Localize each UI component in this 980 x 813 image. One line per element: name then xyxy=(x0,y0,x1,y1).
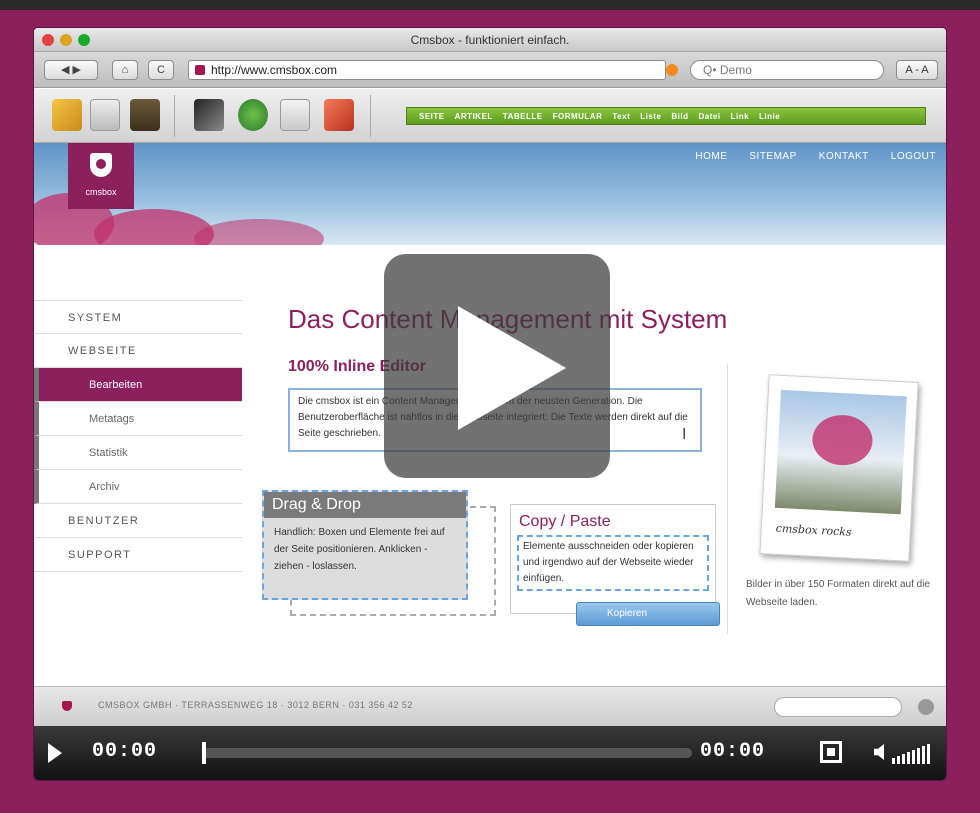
add-element-icon[interactable] xyxy=(238,99,268,131)
cms-tab-seite[interactable]: SEITE xyxy=(419,112,445,121)
sidebar-item-archiv[interactable]: Archiv xyxy=(34,470,242,504)
cms-tab-tabelle[interactable]: TABELLE xyxy=(503,112,543,121)
footer-address: CMSBOX GMBH · TERRASSENWEG 18 · 3012 BER… xyxy=(98,700,413,710)
content-divider xyxy=(727,364,728,634)
site-sidebar: SYSTEM WEBSEITE Bearbeiten Metatags Stat… xyxy=(34,300,242,572)
search-field[interactable]: Q• Demo xyxy=(690,60,884,80)
browser-toolbar: ◀ ▶ ⌂ C http://www.cmsbox.com Q• Demo A … xyxy=(34,52,946,88)
toolbar-divider xyxy=(174,95,175,137)
pencil-icon[interactable] xyxy=(52,99,82,131)
nav-home[interactable]: HOME xyxy=(695,151,727,162)
cmsbox-shield-icon xyxy=(90,153,112,177)
play-button[interactable] xyxy=(48,743,62,763)
window-title: Cmsbox - funktioniert einfach. xyxy=(410,33,570,47)
sidebar-item-webseite[interactable]: WEBSEITE xyxy=(34,334,242,368)
trash-icon[interactable] xyxy=(90,99,120,131)
footer-search-go-icon[interactable] xyxy=(918,699,934,715)
video-frame: Cmsbox - funktioniert einfach. ◀ ▶ ⌂ C h… xyxy=(34,28,946,780)
site-footer: CMSBOX GMBH · TERRASSENWEG 18 · 3012 BER… xyxy=(34,686,946,726)
cms-tab-artikel[interactable]: ARTIKEL xyxy=(455,112,493,121)
eraser-icon[interactable] xyxy=(324,99,354,131)
big-play-button[interactable] xyxy=(384,254,610,478)
sidebar-item-bearbeiten[interactable]: Bearbeiten xyxy=(34,368,242,402)
sidebar-item-metatags[interactable]: Metatags xyxy=(34,402,242,436)
clipboard-icon[interactable] xyxy=(280,99,310,131)
cms-tab-link[interactable]: Link xyxy=(731,112,749,121)
brush-icon[interactable] xyxy=(194,99,224,131)
cms-tab-linie[interactable]: Linie xyxy=(759,112,780,121)
seek-bar[interactable] xyxy=(202,748,692,758)
photo-caption: cmsbox rocks xyxy=(775,521,852,539)
rss-icon[interactable] xyxy=(666,64,678,76)
nav-kontakt[interactable]: KONTAKT xyxy=(819,151,869,162)
site-header-banner: cmsbox HOME SITEMAP KONTAKT LOGOUT xyxy=(34,143,946,245)
video-controls: 00:00 00:00 xyxy=(34,726,946,780)
picture-icon[interactable] xyxy=(130,99,160,131)
sidebar-item-statistik[interactable]: Statistik xyxy=(34,436,242,470)
cms-toolbar: SEITE ARTIKEL TABELLE FORMULAR Text List… xyxy=(34,89,946,143)
footer-search-input[interactable] xyxy=(774,697,902,717)
back-forward-buttons[interactable]: ◀ ▶ xyxy=(44,60,98,80)
top-strip xyxy=(0,0,980,10)
image-upload-text: Bilder in über 150 Formaten direkt auf d… xyxy=(746,579,930,608)
tree-photo xyxy=(774,389,907,515)
site-logo[interactable]: cmsbox xyxy=(68,143,134,209)
url-field[interactable]: http://www.cmsbox.com xyxy=(188,60,666,80)
logo-text: cmsbox xyxy=(85,187,117,197)
copy-paste-title: Copy / Paste xyxy=(519,513,611,530)
drag-drop-text: Handlich: Boxen und Elemente frei auf de… xyxy=(274,527,445,572)
drag-drop-title[interactable]: Drag & Drop xyxy=(264,492,466,518)
photo-polaroid[interactable]: cmsbox rocks xyxy=(759,374,919,562)
cms-tab-text[interactable]: Text xyxy=(612,112,630,121)
seek-handle[interactable] xyxy=(202,742,206,764)
nav-sitemap[interactable]: SITEMAP xyxy=(749,151,796,162)
duration: 00:00 xyxy=(700,740,766,763)
cms-tab-datei[interactable]: Datei xyxy=(699,112,721,121)
blossom-decoration xyxy=(194,219,324,245)
current-time: 00:00 xyxy=(92,740,158,763)
copy-paste-text[interactable]: Elemente ausschneiden oder kopieren und … xyxy=(517,535,709,591)
cms-tab-formular[interactable]: FORMULAR xyxy=(553,112,603,121)
text-size-buttons[interactable]: A - A xyxy=(896,60,938,80)
sidebar-item-support[interactable]: SUPPORT xyxy=(34,538,242,572)
url-text: http://www.cmsbox.com xyxy=(211,63,338,77)
nav-logout[interactable]: LOGOUT xyxy=(891,151,936,162)
sidebar-item-system[interactable]: SYSTEM xyxy=(34,300,242,334)
cms-tab-bild[interactable]: Bild xyxy=(671,112,688,121)
fullscreen-button[interactable] xyxy=(820,741,842,763)
play-icon xyxy=(458,306,566,430)
footer-logo-icon xyxy=(62,701,72,711)
sidebar-item-benutzer[interactable]: BENUTZER xyxy=(34,504,242,538)
site-favicon-icon xyxy=(195,65,205,75)
volume-icon[interactable] xyxy=(874,744,884,760)
copy-button[interactable]: Kopieren xyxy=(576,602,720,626)
browser-titlebar: Cmsbox - funktioniert einfach. xyxy=(34,28,946,52)
toolbar-divider xyxy=(370,95,371,137)
home-button[interactable]: ⌂ xyxy=(112,60,138,80)
volume-slider[interactable] xyxy=(892,740,930,764)
copy-paste-box: Copy / Paste Elemente ausschneiden oder … xyxy=(510,504,716,614)
insert-element-bar: SEITE ARTIKEL TABELLE FORMULAR Text List… xyxy=(406,107,926,125)
site-top-nav: HOME SITEMAP KONTAKT LOGOUT xyxy=(695,151,936,162)
drag-drop-box[interactable]: Drag & Drop Handlich: Boxen und Elemente… xyxy=(262,490,468,600)
reload-button[interactable]: C xyxy=(148,60,174,80)
text-cursor-icon: I xyxy=(682,426,687,443)
cms-tab-liste[interactable]: Liste xyxy=(640,112,661,121)
